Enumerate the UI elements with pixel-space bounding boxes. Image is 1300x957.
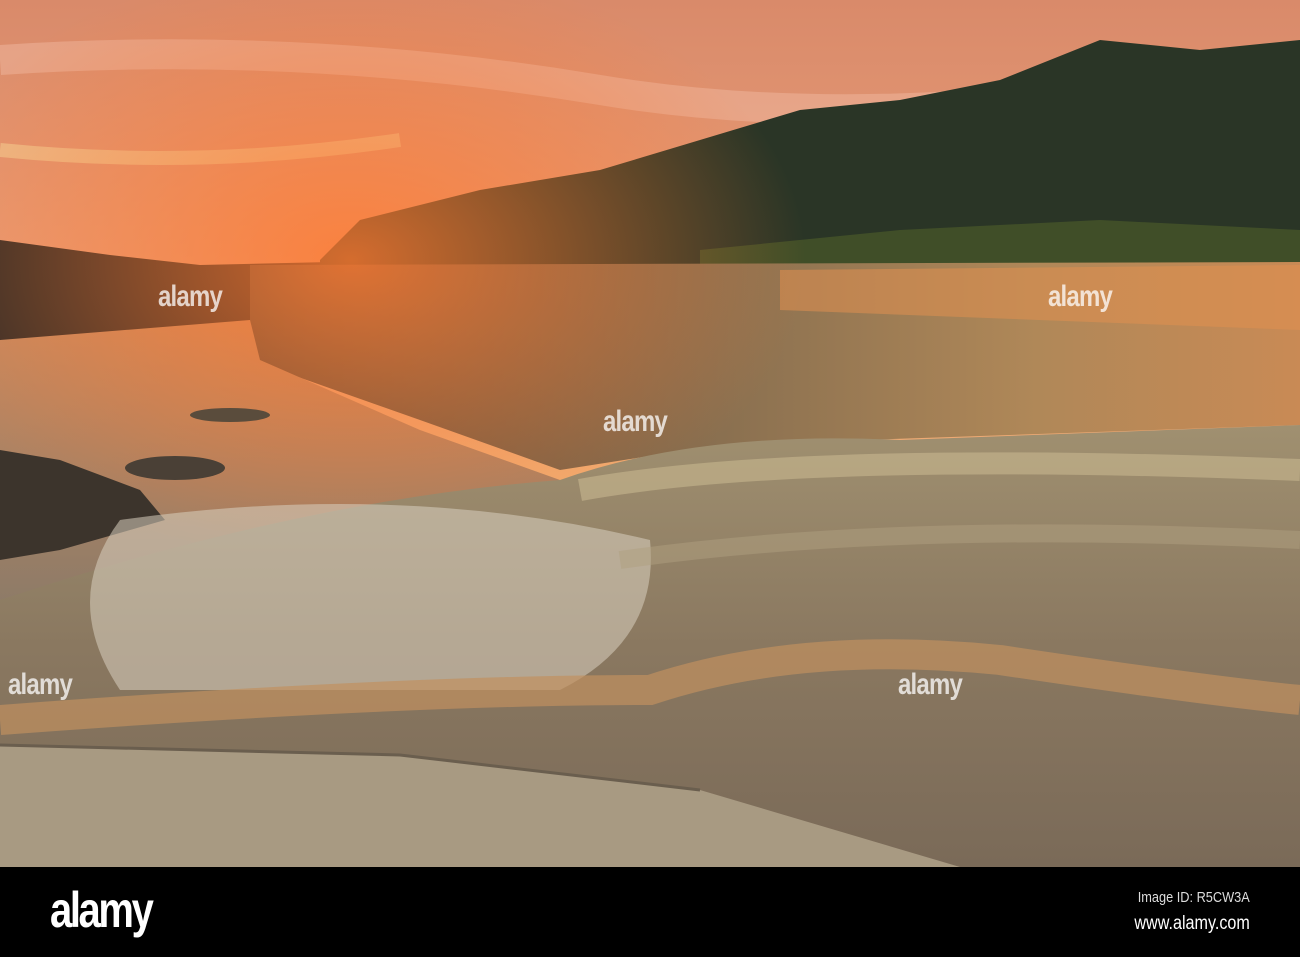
alamy-logo: alamy — [50, 882, 154, 938]
website-link[interactable]: www.alamy.com — [1135, 913, 1250, 935]
watermark: alamy — [898, 668, 963, 701]
image-id: Image ID: R5CW3A — [1138, 889, 1250, 906]
watermark: alamy — [603, 405, 668, 438]
footer-bar: alamy Image ID: R5CW3A www.alamy.com — [0, 867, 1300, 957]
watermark: alamy — [8, 668, 73, 701]
stock-photo: alamy alamy alamy alamy alamy alamy Imag… — [0, 0, 1300, 957]
watermark: alamy — [158, 280, 223, 313]
watermark: alamy — [1048, 280, 1113, 313]
